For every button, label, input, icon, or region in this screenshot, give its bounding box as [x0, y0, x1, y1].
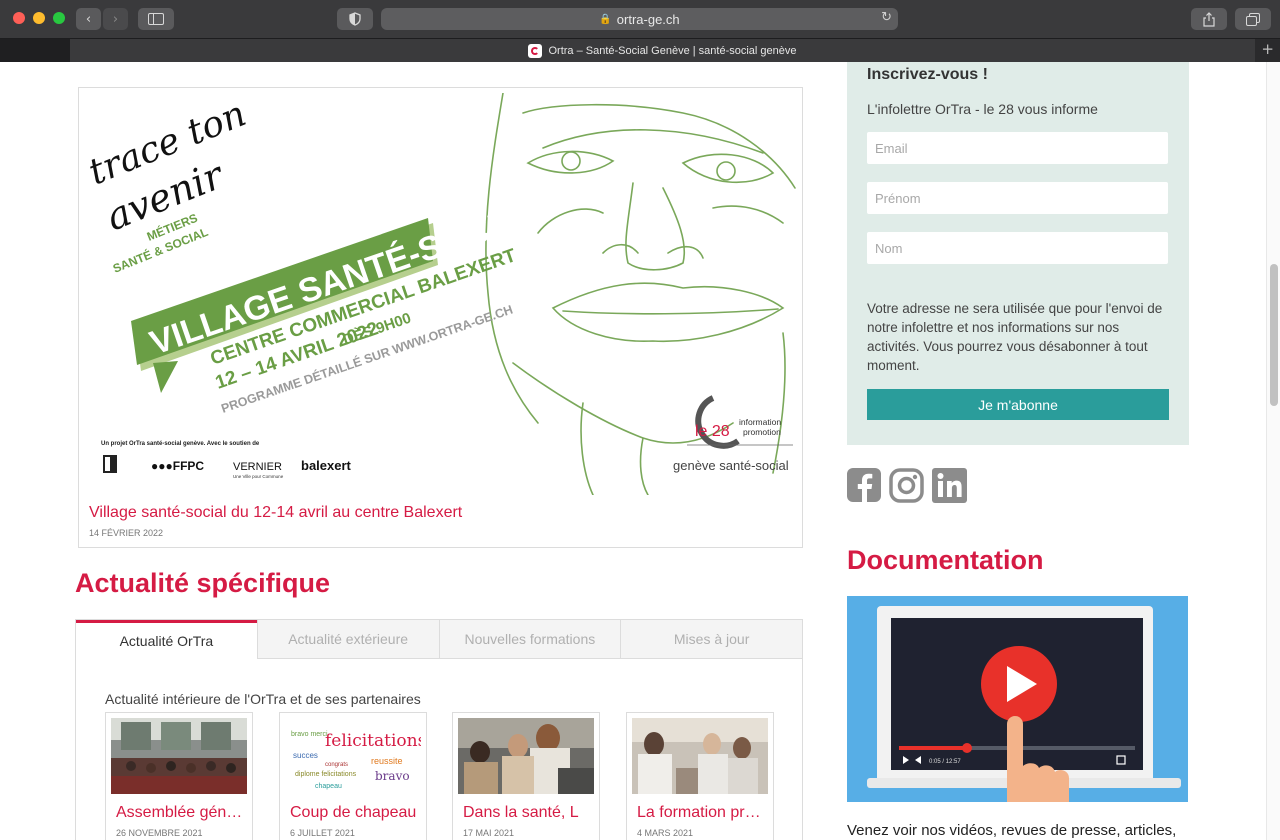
tab-actualite-exterieure[interactable]: Actualité extérieure	[256, 620, 439, 659]
url-text: ortra-ge.ch	[616, 11, 680, 27]
hero-date: 14 FÉVRIER 2022	[89, 528, 164, 538]
svg-text:diplome felicitations: diplome felicitations	[295, 771, 357, 778]
news-image-formation-pratique[interactable]	[632, 718, 768, 794]
email-field[interactable]	[867, 132, 1168, 164]
news-card[interactable]: felicitations bravo merci succes reussit…	[279, 712, 427, 840]
svg-text:bravo merci: bravo merci	[291, 731, 328, 738]
le28-tag-information: information	[739, 417, 781, 427]
svg-text:chapeau: chapeau	[315, 783, 342, 790]
page-scrollbar[interactable]	[1266, 62, 1280, 840]
browser-tab-title: Ortra – Santé-Social Genève | santé-soci…	[548, 44, 797, 57]
newsletter-subtitle: L'infolettre OrTra - le 28 vous informe	[867, 101, 1098, 117]
care-photo	[458, 718, 594, 794]
tab-mises-a-jour[interactable]: Mises à jour	[620, 620, 802, 659]
news-date: 17 MAI 2021	[463, 828, 515, 838]
news-date: 26 NOVEMBRE 2021	[116, 828, 203, 838]
site-favicon-icon	[528, 43, 543, 58]
forward-button[interactable]: ›	[103, 8, 128, 30]
documentation-video-illustration[interactable]: 0:05 / 12:57	[847, 596, 1188, 802]
news-card[interactable]: Dans la santé, L 17 MAI 2021	[452, 712, 600, 840]
actualite-tabs-panel: Actualité OrTra Actualité extérieure Nou…	[75, 619, 803, 840]
prenom-field[interactable]	[867, 182, 1168, 214]
newsletter-privacy-note: Votre adresse ne sera utilisée que pour …	[867, 301, 1163, 373]
reload-icon[interactable]: ↻	[881, 10, 892, 25]
shield-icon	[349, 12, 361, 26]
newsletter-title: Inscrivez-vous !	[867, 66, 988, 83]
lock-icon: 🔒	[599, 13, 612, 25]
news-title[interactable]: Assemblée générale	[116, 804, 246, 822]
documentation-heading: Documentation	[847, 545, 1044, 575]
hero-title-link[interactable]: Village santé-social du 12-14 avril au c…	[89, 504, 462, 522]
poster-brand: genève santé-social	[673, 458, 789, 473]
logo-vernier: VERNIER	[233, 461, 282, 473]
news-title[interactable]: Coup de chapeau	[290, 804, 420, 822]
news-image-dans-la-sante[interactable]	[458, 718, 594, 794]
tab-strip-left	[0, 39, 70, 62]
subscribe-button[interactable]: Je m'abonne	[867, 389, 1169, 420]
svg-text:felicitations: felicitations	[325, 731, 421, 751]
chevron-left-icon: ‹	[85, 11, 92, 27]
tab-nouvelles-formations[interactable]: Nouvelles formations	[438, 620, 621, 659]
news-date: 4 MARS 2021	[637, 828, 694, 838]
svg-text:bravo: bravo	[375, 769, 410, 783]
chevron-right-icon: ›	[112, 11, 119, 27]
minimize-window-button[interactable]	[33, 12, 45, 24]
scrollbar-thumb[interactable]	[1270, 264, 1278, 406]
video-time: 0:05 / 12:57	[929, 759, 961, 765]
svg-text:succes: succes	[293, 751, 318, 760]
privacy-shield-button[interactable]	[337, 8, 373, 30]
actualite-heading: Actualité spécifique	[75, 568, 331, 598]
news-image-assemblee[interactable]	[111, 718, 247, 794]
village-sante-social-poster[interactable]: VILLAGE SANTÉ-SOCIAL CENTRE COMMERCIAL B…	[83, 93, 798, 495]
video-player-illustration: 0:05 / 12:57	[847, 596, 1188, 802]
poster-artwork: VILLAGE SANTÉ-SOCIAL CENTRE COMMERCIAL B…	[83, 93, 796, 495]
le28-tag-promotion: promotion	[743, 427, 781, 437]
news-image-felicitations[interactable]: felicitations bravo merci succes reussit…	[285, 718, 421, 794]
tabs-icon	[1246, 12, 1260, 26]
le28-text: le 28	[695, 423, 730, 440]
close-window-button[interactable]	[13, 12, 25, 24]
actualite-subtitle: Actualité intérieure de l'OrTra et de se…	[105, 691, 421, 707]
new-tab-icon[interactable]: +	[1261, 40, 1274, 58]
browser-tab-active[interactable]: Ortra – Santé-Social Genève | santé-soci…	[70, 39, 1255, 62]
sidebar-icon	[148, 13, 164, 25]
logo-balexert: balexert	[301, 458, 352, 473]
instagram-icon[interactable]	[889, 468, 925, 504]
tab-overview-button[interactable]	[1235, 8, 1271, 30]
nom-field[interactable]	[867, 232, 1168, 264]
logo-ffpc: ●●●FFPC	[151, 459, 204, 473]
news-card[interactable]: Assemblée générale 26 NOVEMBRE 2021	[105, 712, 253, 840]
browser-tabbar: Ortra – Santé-Social Genève | santé-soci…	[0, 38, 1280, 62]
poster-support-text: Un projet OrTra santé-social genève. Ave…	[101, 441, 260, 447]
assemblee-photo	[111, 718, 247, 794]
address-bar[interactable]: 🔒 ortra-ge.ch ↻	[381, 8, 898, 30]
news-date: 6 JUILLET 2021	[290, 828, 355, 838]
newsletter-signup-box: Inscrivez-vous ! L'infolettre OrTra - le…	[847, 62, 1189, 445]
page-content: VILLAGE SANTÉ-SOCIAL CENTRE COMMERCIAL B…	[0, 62, 1280, 840]
news-title[interactable]: Dans la santé, L	[463, 804, 593, 822]
documentation-text: Venez voir nos vidéos, revues de presse,…	[847, 822, 1177, 839]
sidebar-toggle-button[interactable]	[138, 8, 174, 30]
actualite-tab-list: Actualité OrTra Actualité extérieure Nou…	[76, 620, 802, 659]
linkedin-icon[interactable]	[932, 468, 968, 504]
share-button[interactable]	[1191, 8, 1227, 30]
browser-titlebar: ‹ › 🔒 ortra-ge.ch ↻	[0, 0, 1280, 38]
share-icon	[1203, 11, 1215, 27]
felicitations-wordcloud: felicitations bravo merci succes reussit…	[285, 718, 421, 794]
svg-text:reussite: reussite	[371, 756, 403, 766]
news-title[interactable]: La formation pratique	[637, 804, 767, 822]
back-button[interactable]: ‹	[76, 8, 101, 30]
training-photo	[632, 718, 768, 794]
zoom-window-button[interactable]	[53, 12, 65, 24]
tab-actualite-ortra[interactable]: Actualité OrTra	[76, 620, 257, 659]
logo-vernier-sub: Une Ville pour Commune	[233, 474, 284, 479]
svg-text:congrats: congrats	[325, 762, 348, 768]
news-card[interactable]: La formation pratique 4 MARS 2021	[626, 712, 774, 840]
hero-news-card[interactable]: VILLAGE SANTÉ-SOCIAL CENTRE COMMERCIAL B…	[78, 87, 803, 548]
geneve-coat-of-arms-icon	[103, 455, 117, 473]
facebook-icon[interactable]	[847, 468, 883, 504]
